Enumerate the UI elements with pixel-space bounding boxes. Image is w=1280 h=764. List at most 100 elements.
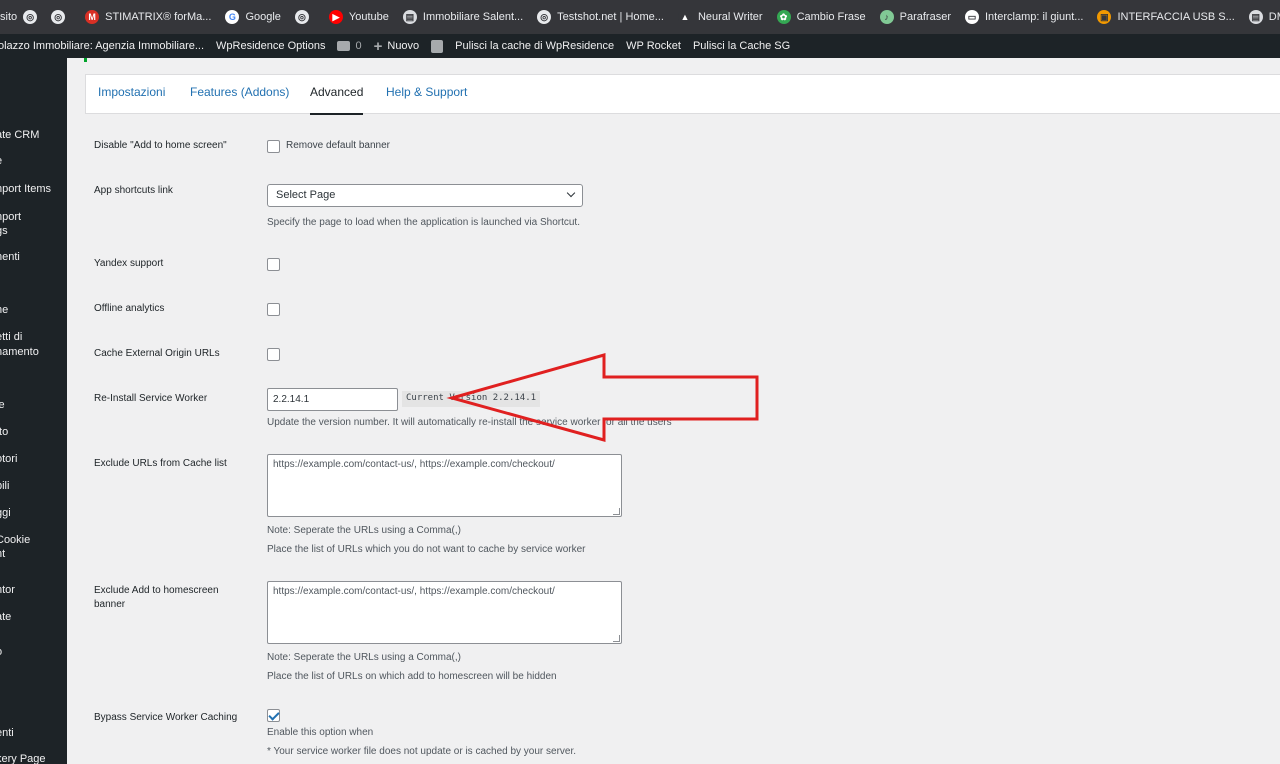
google-icon: G (225, 10, 240, 24)
sidebar-menu-item[interactable]: nenti (0, 250, 67, 264)
sidebar-menu-item[interactable]: ate CRM (0, 128, 67, 142)
bookmark-item[interactable]: sito ◎ (0, 0, 44, 34)
bookmark-item[interactable]: ◎ (44, 0, 78, 34)
sidebar-menu-label: e (0, 154, 67, 168)
sidebar-menu-item[interactable]: gs (0, 224, 67, 238)
exclude-cache-textarea[interactable]: https://example.com/contact-us/, https:/… (267, 454, 622, 517)
sidebar-menu-item[interactable]: ne (0, 303, 67, 317)
offline-analytics-checkbox[interactable] (267, 303, 280, 316)
sidebar-menu-item[interactable]: o (0, 645, 67, 659)
bookmark-label: Neural Writer (697, 11, 763, 23)
sidebar-menu-item[interactable]: nt (0, 547, 67, 561)
bookmark-item[interactable]: G Google (218, 0, 287, 34)
admin-bar-wpresidence-options[interactable]: WpResidence Options (210, 40, 331, 52)
sidebar-menu-item[interactable]: namento (0, 345, 67, 359)
exclude-banner-label: Exclude Add to homescreen banner (94, 585, 219, 610)
bookmark-item[interactable]: ▤ DME-9230F - FIAT -... (1242, 0, 1280, 34)
bookmark-item[interactable]: ◎ Testshot.net | Home... (530, 0, 671, 34)
parafraser-icon: ♪ (879, 10, 894, 24)
globe-icon: ◎ (537, 10, 552, 24)
resize-handle-icon[interactable] (613, 508, 620, 515)
remove-banner-checkbox[interactable] (267, 140, 280, 153)
bookmark-item[interactable]: ♪ Parafraser (873, 0, 958, 34)
admin-bar-purge-sg[interactable]: Pulisci la Cache SG (687, 40, 796, 52)
current-version-code: Current Version 2.2.14.1 (402, 391, 541, 407)
sidebar-menu-item[interactable]: tto (0, 425, 67, 439)
admin-bar-yoast[interactable] (425, 39, 449, 53)
sidebar-menu-label: otori (0, 453, 18, 465)
bookmark-item[interactable]: M STIMATRIX® forMa... (78, 0, 218, 34)
sidebar-menu-item[interactable]: e (0, 154, 67, 168)
bookmark-item[interactable]: ▭ Interclamp: il giunt... (958, 0, 1090, 34)
sidebar-menu-item[interactable]: i (0, 76, 67, 90)
remove-banner-label: Remove default banner (286, 140, 390, 151)
yandex-checkbox[interactable] (267, 258, 280, 271)
admin-bar-purge-wpresidence[interactable]: Pulisci la cache di WpResidence (449, 40, 620, 52)
settings-content: Impostazioni Features (Addons) Advanced … (67, 58, 1280, 764)
exclude-cache-description: Place the list of URLs which you do not … (267, 544, 586, 555)
sidebar-menu-label: ggi (0, 507, 11, 519)
sidebar-menu-item[interactable]: ggi (0, 506, 67, 520)
shortcuts-label: App shortcuts link (94, 185, 173, 196)
bookmark-label: DME-9230F - FIAT -... (1268, 11, 1280, 23)
sidebar-menu-item[interactable]: otori (0, 452, 67, 466)
exclude-banner-textarea[interactable]: https://example.com/contact-us/, https:/… (267, 581, 622, 644)
tab-impostazioni[interactable]: Impostazioni (98, 85, 165, 115)
sidebar-menu-label: ate CRM (0, 129, 40, 141)
sidebar-menu-label: gs (0, 225, 8, 237)
admin-bar-wp-rocket[interactable]: WP Rocket (620, 40, 687, 52)
bookmark-item[interactable]: ✿ Cambio Frase (770, 0, 873, 34)
bypass-sw-description: Enable this option when (267, 727, 374, 738)
sidebar-menu-label: o (0, 645, 67, 659)
shortcuts-description: Specify the page to load when the applic… (267, 217, 580, 228)
sidebar-menu-item[interactable]: nport Items (0, 182, 67, 196)
sidebar-menu-item[interactable]: ntor (0, 583, 67, 597)
sidebar-menu-item[interactable]: nport (0, 210, 67, 224)
admin-bar-new[interactable]: + Nuovo (368, 38, 426, 55)
tab-advanced[interactable]: Advanced (310, 85, 364, 115)
sidebar-menu-label: i (0, 277, 67, 291)
sidebar-menu-label: ne (0, 304, 9, 316)
yandex-label: Yandex support (94, 258, 164, 269)
sidebar-menu-item[interactable]: ate (0, 610, 67, 624)
bookmark-item[interactable]: ▤ Immobiliare Salent... (396, 0, 530, 34)
admin-bar-comments[interactable]: 0 (331, 40, 367, 52)
reinstall-sw-label: Re-Install Service Worker (94, 393, 208, 404)
bookmark-item[interactable]: ▶ Youtube (322, 0, 396, 34)
resize-handle-icon[interactable] (613, 635, 620, 642)
admin-bar-site-name[interactable]: olazzo Immobiliare: Agenzia Immobiliare.… (0, 40, 210, 52)
sidebar-menu-label: nenti (0, 251, 20, 263)
stimatrix-icon: M (85, 10, 100, 24)
chevron-down-icon (566, 188, 576, 198)
tab-features-addons[interactable]: Features (Addons) (190, 85, 289, 115)
page-icon: ▤ (402, 10, 417, 24)
sidebar-menu-item[interactable]: etti di (0, 330, 67, 344)
bookmark-item[interactable]: ◎ (288, 0, 322, 34)
sidebar-menu-item[interactable]: i (0, 277, 67, 291)
sidebar-menu-item[interactable]: enti (0, 726, 67, 740)
sidebar-menu-label: etti di (0, 331, 23, 343)
bookmark-label: Interclamp: il giunt... (985, 11, 1084, 23)
exclude-banner-description: Place the list of URLs on which add to h… (267, 671, 557, 682)
tab-help-support[interactable]: Help & Support (386, 85, 467, 115)
yoast-icon (431, 39, 444, 53)
sidebar-menu-item[interactable]: i (0, 371, 67, 385)
settings-tabs: Impostazioni Features (Addons) Advanced … (85, 74, 1280, 115)
bookmark-item[interactable]: ▲ Neural Writer (671, 0, 770, 34)
shortcuts-page-select[interactable]: Select Page (267, 184, 583, 207)
sidebar-menu-item[interactable]: bili (0, 479, 67, 493)
exclude-cache-note: Note: Seperate the URLs using a Comma(,) (267, 525, 461, 536)
bookmark-item[interactable]: ▣ INTERFACCIA USB S... (1090, 0, 1241, 34)
bookmarks-bar: sito ◎ ◎ M STIMATRIX® forMa... G Google ◎ ▶ Youtu… (0, 0, 1280, 34)
sidebar-menu-item[interactable]: Cookie (0, 533, 67, 547)
bookmark-label: STIMATRIX® forMa... (105, 11, 212, 23)
sidebar-menu-item[interactable]: kery Page (0, 752, 67, 764)
sidebar-menu-item[interactable]: ie (0, 398, 67, 412)
cache-external-checkbox[interactable] (267, 348, 280, 361)
comment-icon (337, 41, 351, 51)
sidebar-menu-label: tto (0, 426, 9, 438)
bypass-sw-checkbox[interactable] (267, 709, 280, 722)
bookmark-label: sito (0, 11, 18, 23)
interclamp-icon: ▭ (965, 10, 979, 24)
sw-version-input[interactable]: 2.2.14.1 (267, 388, 398, 411)
